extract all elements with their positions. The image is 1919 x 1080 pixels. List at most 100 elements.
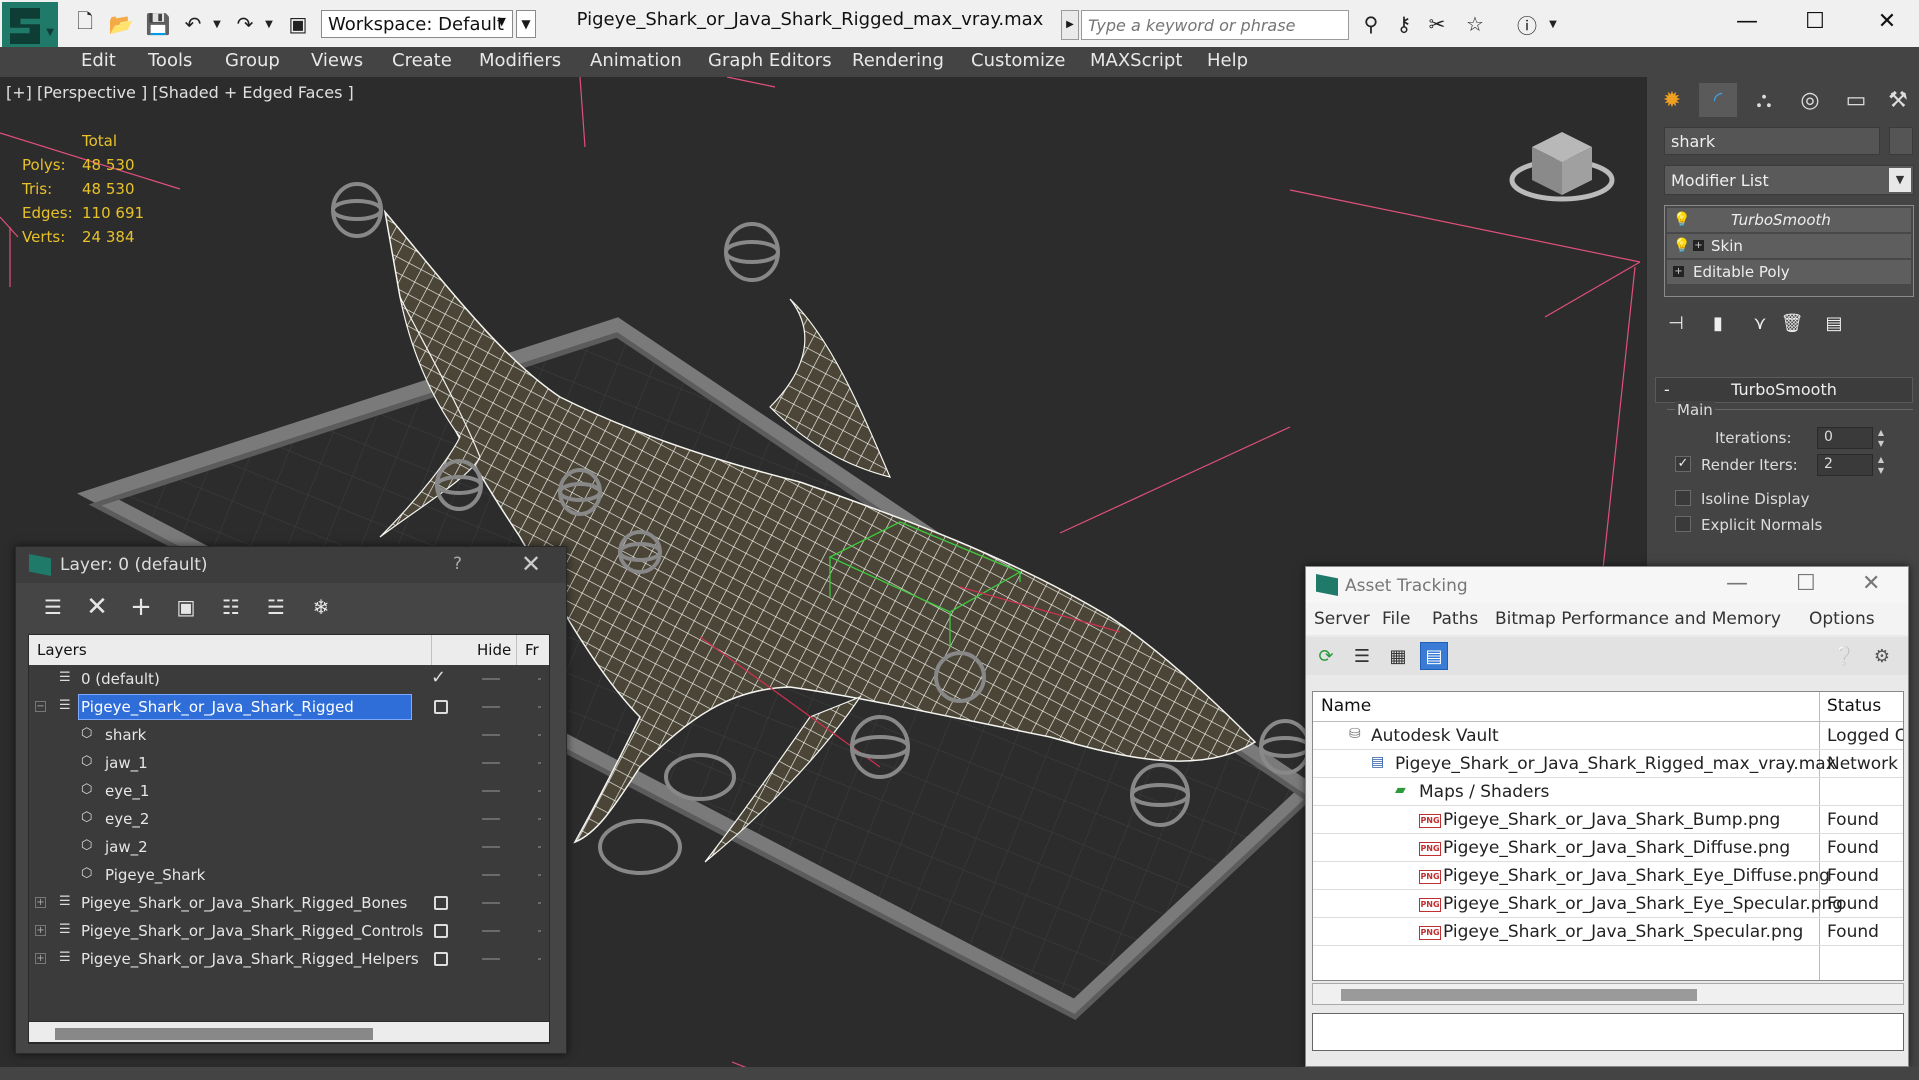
horizontal-scrollbar[interactable] bbox=[28, 1021, 550, 1043]
list-view-icon[interactable]: ☰ bbox=[1348, 642, 1376, 670]
menu-options[interactable]: Options bbox=[1809, 609, 1875, 629]
hierarchy-tab-icon[interactable]: ⛬ bbox=[1745, 83, 1783, 117]
freeze-toggle[interactable] bbox=[538, 706, 541, 708]
menu-maxscript[interactable]: MAXScript bbox=[1090, 50, 1182, 71]
key-icon[interactable]: ⚷ bbox=[1391, 12, 1417, 36]
collapse-icon[interactable]: − bbox=[35, 701, 46, 712]
column-header-layers[interactable]: Layers bbox=[37, 641, 87, 659]
undo-dropdown-icon[interactable]: ▼ bbox=[204, 12, 230, 36]
current-layer-checkbox[interactable] bbox=[434, 952, 448, 966]
tools-icon[interactable]: ✂ bbox=[1424, 12, 1450, 36]
asset-row[interactable]: PNG Pigeye_Shark_or_Java_Shark_Eye_Specu… bbox=[1313, 890, 1903, 918]
render-iters-spinner[interactable]: 2 bbox=[1817, 454, 1873, 476]
current-layer-checkbox[interactable] bbox=[434, 896, 448, 910]
configure-sets-icon[interactable]: ▤ bbox=[1819, 309, 1849, 337]
create-tab-icon[interactable]: ✹ bbox=[1653, 83, 1691, 117]
table-view-icon[interactable]: ▤ bbox=[1420, 642, 1448, 670]
layer-object-row[interactable]: ⬡ eye_1 bbox=[29, 777, 541, 805]
redo-icon[interactable]: ↷ bbox=[232, 12, 258, 36]
layer-row[interactable]: ☰ 0 (default) ✓ bbox=[29, 665, 541, 693]
hide-toggle[interactable] bbox=[482, 818, 500, 820]
close-button[interactable]: ✕ bbox=[1862, 4, 1912, 40]
help-icon[interactable]: ⓘ bbox=[1514, 12, 1540, 38]
menu-help[interactable]: Help bbox=[1207, 50, 1248, 71]
vault-help-icon[interactable]: ❔ bbox=[1830, 642, 1858, 670]
column-header-name[interactable]: Name bbox=[1321, 696, 1371, 716]
maximize-button[interactable]: ☐ bbox=[1796, 571, 1816, 596]
horizontal-scrollbar[interactable] bbox=[1312, 983, 1904, 1005]
binoculars-icon[interactable]: ⚲ bbox=[1358, 12, 1384, 36]
hide-toggle[interactable] bbox=[482, 706, 500, 708]
hide-toggle[interactable] bbox=[482, 790, 500, 792]
freeze-toggle[interactable] bbox=[538, 958, 541, 960]
make-unique-icon[interactable]: ⋎ bbox=[1745, 309, 1775, 337]
object-name-field[interactable]: shark bbox=[1664, 127, 1880, 155]
freeze-toggle[interactable] bbox=[538, 846, 541, 848]
freeze-toggle[interactable] bbox=[538, 762, 541, 764]
select-objects-icon[interactable]: ▣ bbox=[171, 593, 201, 621]
menu-views[interactable]: Views bbox=[311, 50, 363, 71]
menu-group[interactable]: Group bbox=[225, 50, 280, 71]
stack-item-editable-poly[interactable]: + Editable Poly bbox=[1667, 260, 1911, 284]
expand-icon[interactable]: + bbox=[1693, 240, 1704, 251]
layer-object-row[interactable]: ⬡ Pigeye_Shark bbox=[29, 861, 541, 889]
expand-icon[interactable]: + bbox=[35, 925, 46, 936]
close-button[interactable]: ✕ bbox=[521, 550, 541, 578]
new-layer-icon[interactable]: ☰ bbox=[38, 593, 68, 621]
viewport-label[interactable]: [+] [Perspective ] [Shaded + Edged Faces… bbox=[6, 83, 354, 102]
asset-row[interactable]: PNG Pigeye_Shark_or_Java_Shark_Diffuse.p… bbox=[1313, 834, 1903, 862]
column-header-hide[interactable]: Hide bbox=[477, 641, 511, 659]
freeze-all-icon[interactable]: ❄ bbox=[306, 593, 336, 621]
viewcube[interactable] bbox=[1509, 132, 1615, 202]
freeze-toggle[interactable] bbox=[538, 734, 541, 736]
stack-item-skin[interactable]: 💡 + Skin bbox=[1667, 234, 1911, 258]
tree-view-icon[interactable]: ▦ bbox=[1384, 642, 1412, 670]
isoline-display-checkbox[interactable] bbox=[1675, 490, 1691, 506]
explicit-normals-checkbox[interactable] bbox=[1675, 516, 1691, 532]
modifier-list-dropdown[interactable]: Modifier List ▼ bbox=[1664, 165, 1914, 195]
minimize-button[interactable]: — bbox=[1726, 571, 1748, 596]
dialog-titlebar[interactable]: Layer: 0 (default) ? ✕ bbox=[16, 547, 566, 583]
menu-tools[interactable]: Tools bbox=[148, 50, 192, 71]
menu-file[interactable]: File bbox=[1382, 609, 1410, 629]
layer-row[interactable]: + ☰ Pigeye_Shark_or_Java_Shark_Rigged_He… bbox=[29, 945, 541, 973]
layer-object-row[interactable]: ⬡ jaw_2 bbox=[29, 833, 541, 861]
dialog-titlebar[interactable]: Asset Tracking — ☐ ✕ bbox=[1306, 567, 1908, 603]
freeze-toggle[interactable] bbox=[538, 678, 541, 680]
minimize-button[interactable]: — bbox=[1722, 4, 1772, 40]
lightbulb-icon[interactable]: 💡 bbox=[1673, 234, 1690, 258]
hide-toggle[interactable] bbox=[482, 846, 500, 848]
menu-create[interactable]: Create bbox=[392, 50, 452, 71]
menu-bitmap-performance[interactable]: Bitmap Performance and Memory bbox=[1495, 609, 1781, 629]
asset-row[interactable]: PNG Pigeye_Shark_or_Java_Shark_Specular.… bbox=[1313, 918, 1903, 946]
asset-row[interactable]: PNG Pigeye_Shark_or_Java_Shark_Eye_Diffu… bbox=[1313, 862, 1903, 890]
expand-icon[interactable]: + bbox=[1673, 266, 1684, 277]
undo-icon[interactable]: ↶ bbox=[180, 12, 206, 36]
search-expand-icon[interactable]: ▶ bbox=[1061, 10, 1079, 40]
stack-item-turbosmooth[interactable]: 💡 TurboSmooth bbox=[1667, 208, 1911, 232]
menu-graph-editors[interactable]: Graph Editors bbox=[708, 50, 832, 71]
add-to-layer-icon[interactable]: + bbox=[126, 592, 156, 622]
column-header-status[interactable]: Status bbox=[1827, 696, 1881, 716]
favorites-star-icon[interactable]: ☆ bbox=[1462, 12, 1488, 36]
project-folder-icon[interactable]: ▣ bbox=[285, 12, 311, 36]
layer-object-row[interactable]: ⬡ jaw_1 bbox=[29, 749, 541, 777]
asset-row[interactable]: ▰ Maps / Shaders bbox=[1313, 778, 1903, 806]
current-layer-checkbox[interactable] bbox=[434, 924, 448, 938]
layer-row[interactable]: + ☰ Pigeye_Shark_or_Java_Shark_Rigged_Co… bbox=[29, 917, 541, 945]
asset-row[interactable]: ⛁ Autodesk Vault Logged O bbox=[1313, 722, 1903, 750]
open-file-icon[interactable]: 📂 bbox=[108, 12, 134, 36]
app-menu-button[interactable]: ▼ bbox=[2, 2, 58, 50]
hide-toggle[interactable] bbox=[482, 930, 500, 932]
freeze-toggle[interactable] bbox=[538, 818, 541, 820]
hide-toggle[interactable] bbox=[482, 874, 500, 876]
render-iters-checkbox[interactable]: ✓ bbox=[1675, 456, 1691, 472]
menu-modifiers[interactable]: Modifiers bbox=[479, 50, 561, 71]
menu-paths[interactable]: Paths bbox=[1432, 609, 1478, 629]
asset-row[interactable]: PNG Pigeye_Shark_or_Java_Shark_Bump.png … bbox=[1313, 806, 1903, 834]
new-file-icon[interactable]: 🗋 bbox=[72, 9, 98, 36]
modify-tab-icon[interactable]: ◜ bbox=[1699, 83, 1737, 117]
expand-icon[interactable]: + bbox=[35, 953, 46, 964]
pin-stack-icon[interactable]: ⊣ bbox=[1661, 309, 1691, 337]
hide-toggle[interactable] bbox=[482, 734, 500, 736]
